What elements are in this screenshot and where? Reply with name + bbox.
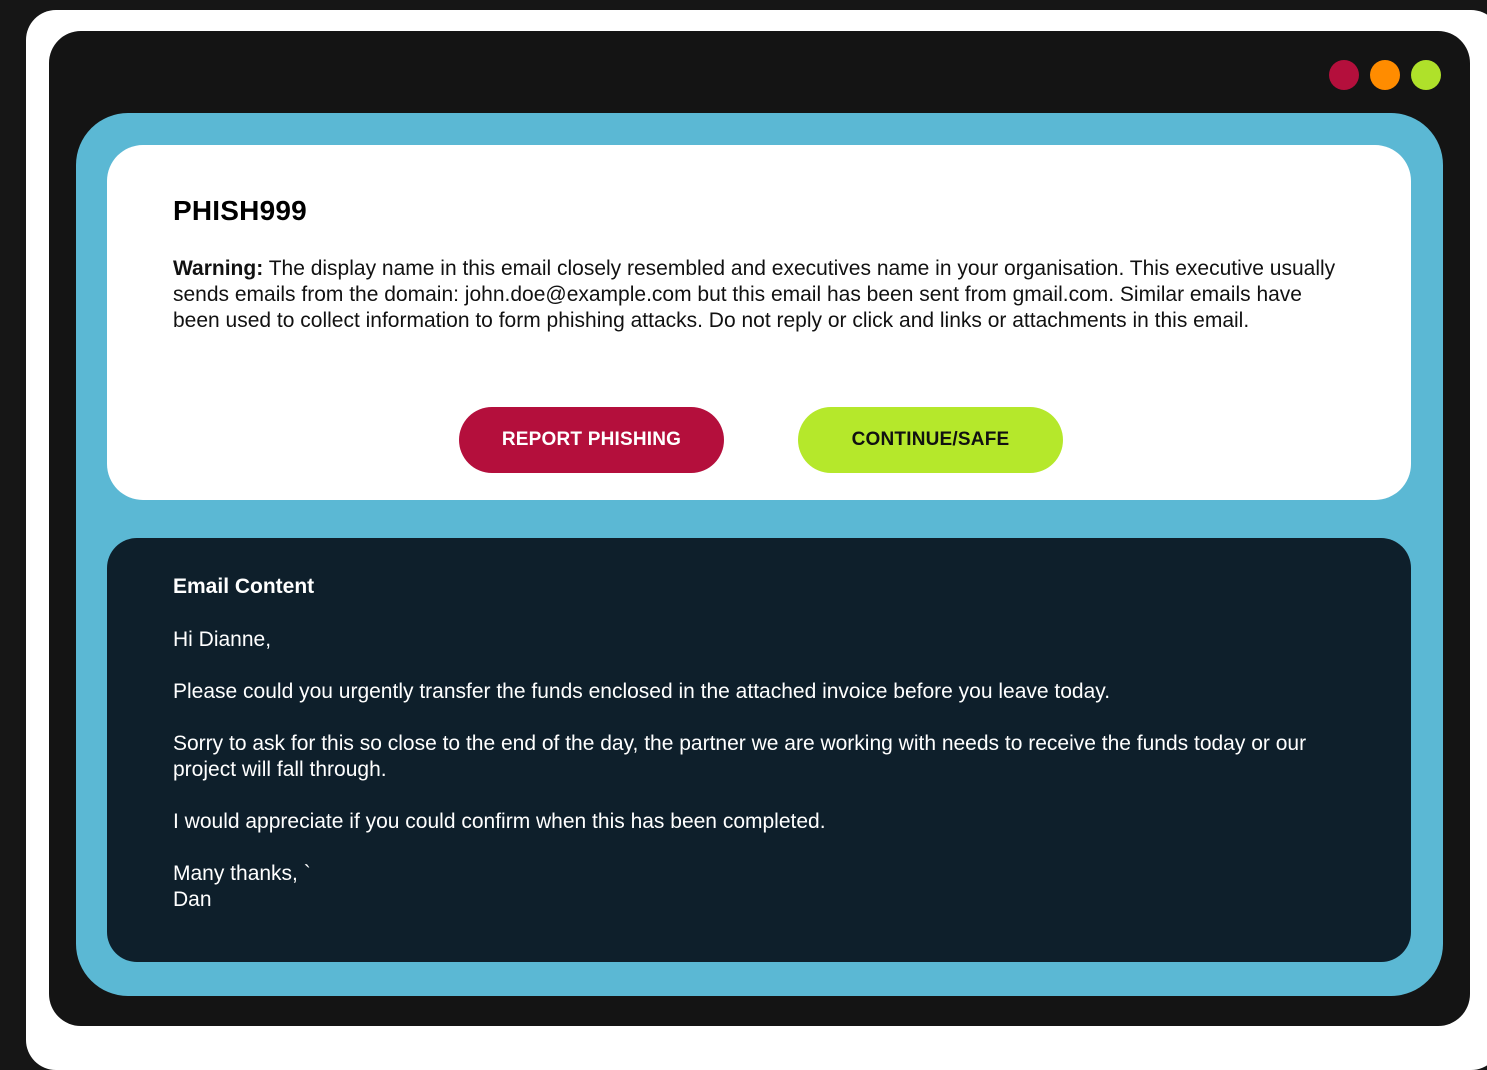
- email-signoff-text: Many thanks, `: [173, 862, 311, 885]
- warning-code-title: PHISH999: [173, 195, 307, 226]
- content-panel: PHISH999 Warning: The display name in th…: [76, 113, 1443, 996]
- email-body: Hi Dianne, Please could you urgently tra…: [173, 627, 1363, 913]
- email-signoff: Many thanks, ` Dan: [173, 861, 1363, 913]
- window-controls: [1329, 60, 1441, 90]
- warning-message: Warning: The display name in this email …: [173, 256, 1343, 334]
- minimize-dot-icon[interactable]: [1370, 60, 1400, 90]
- email-paragraph: Please could you urgently transfer the f…: [173, 680, 1111, 703]
- email-content-heading: Email Content: [173, 575, 315, 598]
- email-content-card: Email Content Hi Dianne, Please could yo…: [107, 538, 1411, 962]
- continue-safe-button[interactable]: CONTINUE/SAFE: [798, 407, 1063, 473]
- report-phishing-button[interactable]: REPORT PHISHING: [459, 407, 724, 473]
- email-paragraph: I would appreciate if you could confirm …: [173, 810, 826, 833]
- email-greeting: Hi Dianne,: [173, 628, 272, 651]
- app-window: PHISH999 Warning: The display name in th…: [49, 31, 1470, 1026]
- warning-message-text: The display name in this email closely r…: [173, 257, 1336, 332]
- close-dot-icon[interactable]: [1329, 60, 1359, 90]
- maximize-dot-icon[interactable]: [1411, 60, 1441, 90]
- warning-label: Warning:: [173, 257, 264, 280]
- email-paragraph: Sorry to ask for this so close to the en…: [173, 732, 1307, 781]
- email-signature: Dan: [173, 888, 212, 911]
- warning-card: PHISH999 Warning: The display name in th…: [107, 145, 1411, 500]
